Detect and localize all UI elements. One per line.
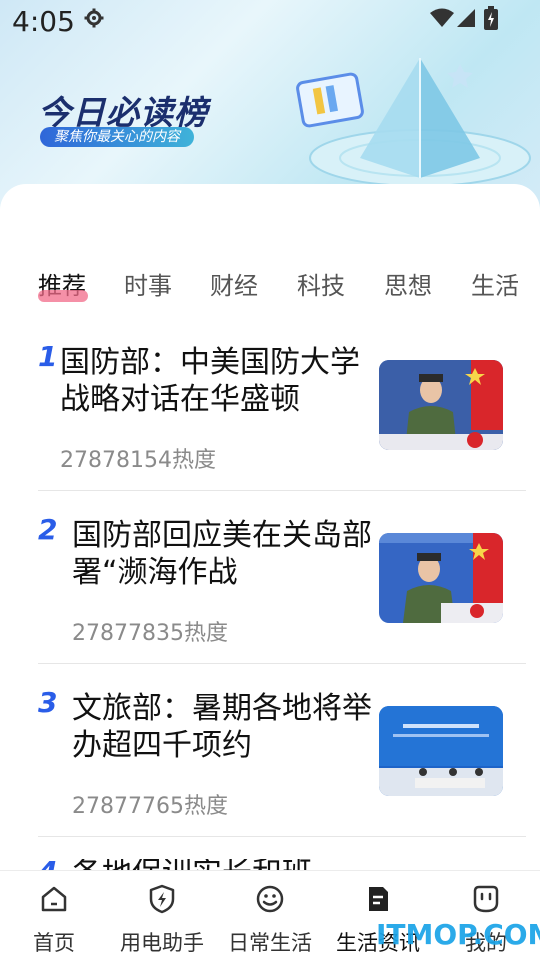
news-title[interactable]: 国防部回应美在关岛部署“濒海作战 bbox=[72, 517, 372, 591]
rank-number: 2 bbox=[38, 513, 58, 546]
site-watermark: ITMOP.COM bbox=[376, 918, 540, 951]
tab-life[interactable]: 生活 bbox=[471, 266, 519, 301]
active-tab-indicator bbox=[38, 290, 88, 302]
rank-number: 1 bbox=[38, 340, 58, 373]
gear-icon bbox=[84, 8, 104, 28]
battery-icon bbox=[484, 6, 498, 30]
status-time: 4:05 bbox=[12, 5, 75, 38]
nav-label: 首页 bbox=[33, 931, 75, 955]
press-conference-image bbox=[379, 706, 503, 796]
document-icon bbox=[369, 887, 388, 911]
home-icon bbox=[41, 886, 67, 912]
tab-thought[interactable]: 思想 bbox=[384, 266, 432, 301]
news-item[interactable]: 3 文旅部：暑期各地将举办超四千项约 27877765热度 bbox=[38, 686, 526, 858]
rank-number: 3 bbox=[38, 686, 58, 719]
news-title[interactable]: 各地保训实长和班 bbox=[72, 859, 372, 870]
rank-number: 4 bbox=[38, 859, 57, 870]
nav-daily-life[interactable]: 日常生活 bbox=[216, 871, 324, 961]
press-briefing-image bbox=[379, 533, 503, 623]
nav-home[interactable]: 首页 bbox=[0, 871, 108, 961]
divider bbox=[38, 836, 526, 837]
news-item[interactable]: 1 国防部：中美国防大学战略对话在华盛顿 27878154热度 bbox=[38, 340, 526, 512]
tab-current-affairs[interactable]: 时事 bbox=[124, 266, 172, 301]
divider bbox=[38, 663, 526, 664]
smiley-icon bbox=[256, 885, 284, 913]
divider bbox=[38, 490, 526, 491]
news-item[interactable]: 4 各地保训实长和班 bbox=[38, 859, 526, 870]
nav-label: 日常生活 bbox=[228, 931, 312, 955]
news-heat: 27877765热度 bbox=[72, 794, 228, 819]
tab-finance[interactable]: 财经 bbox=[210, 266, 258, 301]
signal-icon bbox=[457, 9, 475, 27]
lightning-shield-icon bbox=[149, 884, 175, 914]
wifi-icon bbox=[430, 8, 454, 27]
status-bar: 4:05 bbox=[0, 0, 540, 44]
news-title[interactable]: 文旅部：暑期各地将举办超四千项约 bbox=[72, 690, 372, 764]
pyramid-illustration bbox=[296, 58, 531, 187]
profile-face-icon bbox=[473, 885, 499, 913]
news-thumbnail[interactable] bbox=[379, 706, 503, 796]
tab-technology[interactable]: 科技 bbox=[297, 266, 345, 301]
news-title[interactable]: 国防部：中美国防大学战略对话在华盛顿 bbox=[60, 344, 378, 418]
news-heat: 27878154热度 bbox=[60, 448, 216, 473]
nav-label: 用电助手 bbox=[120, 931, 204, 955]
news-item[interactable]: 2 国防部回应美在关岛部署“濒海作战 27877835热度 bbox=[38, 513, 526, 685]
press-briefing-image bbox=[379, 360, 503, 450]
banner-subtitle: 聚焦你最关心的内容 bbox=[40, 127, 194, 147]
news-thumbnail[interactable] bbox=[379, 533, 503, 623]
news-thumbnail[interactable] bbox=[379, 360, 503, 450]
news-heat: 27877835热度 bbox=[72, 621, 228, 646]
nav-power-assistant[interactable]: 用电助手 bbox=[108, 871, 216, 961]
content-card: 推荐 时事 财经 科技 思想 生活 1 国防部：中美国防大学战略对话在华盛顿 2… bbox=[0, 184, 540, 870]
